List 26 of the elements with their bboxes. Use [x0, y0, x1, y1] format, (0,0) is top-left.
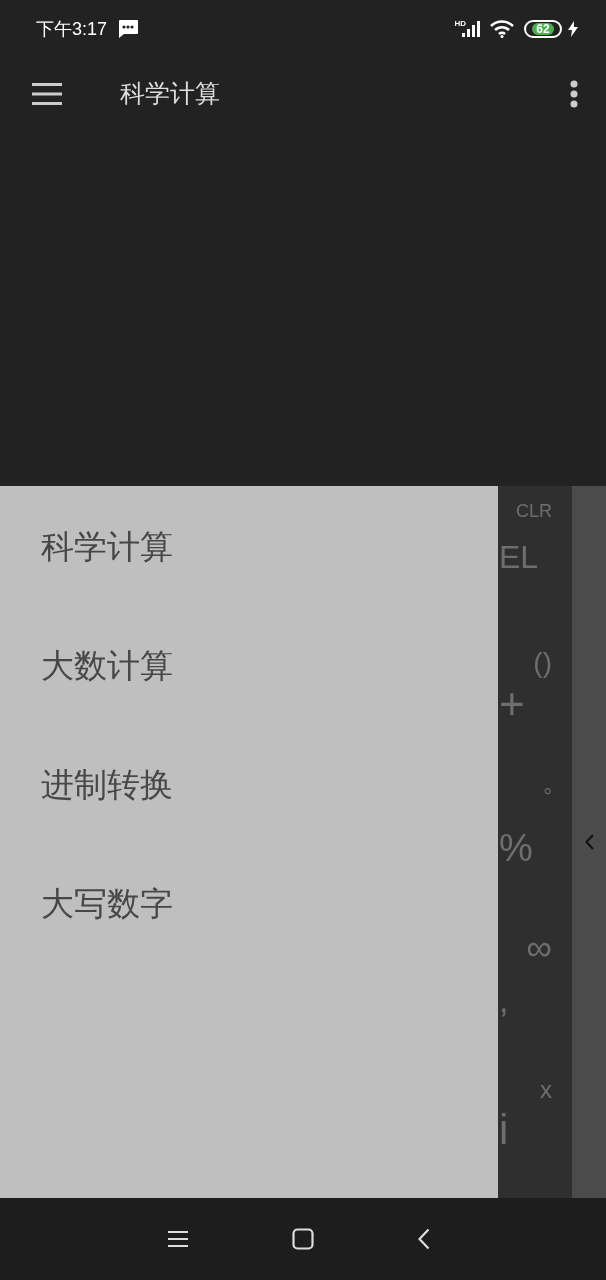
key-label[interactable]: x [540, 1076, 552, 1104]
more-options-icon[interactable] [570, 80, 578, 108]
key-label[interactable]: CLR [516, 499, 552, 523]
key-label[interactable]: ° [543, 783, 552, 811]
key-label[interactable]: , [499, 982, 509, 1018]
back-icon[interactable] [418, 1228, 430, 1250]
drawer-item[interactable]: 大数计算 [0, 607, 498, 726]
status-time: 下午3:17 [36, 18, 108, 41]
key-label[interactable]: ∞ [526, 928, 552, 968]
menu-icon[interactable] [32, 83, 62, 105]
home-icon[interactable] [292, 1228, 314, 1250]
drawer-item[interactable]: 大写数字 [0, 845, 498, 964]
key-label[interactable]: EL [499, 539, 539, 575]
wifi-icon [490, 20, 514, 38]
menu-icon[interactable] [168, 1231, 188, 1247]
key-label[interactable]: () [533, 645, 552, 681]
battery-indicator: 62 [524, 20, 562, 38]
charging-icon [568, 21, 578, 37]
drawer-item[interactable]: 科学计算 [0, 488, 498, 607]
message-icon [117, 19, 140, 39]
drawer-item[interactable]: 进制转换 [0, 726, 498, 845]
network-label: HD [454, 20, 466, 28]
key-label[interactable]: i [499, 1108, 509, 1152]
key-label[interactable]: + [499, 682, 525, 726]
key-label[interactable]: % [499, 826, 533, 870]
toolbar-title: 科学计算 [120, 78, 221, 110]
